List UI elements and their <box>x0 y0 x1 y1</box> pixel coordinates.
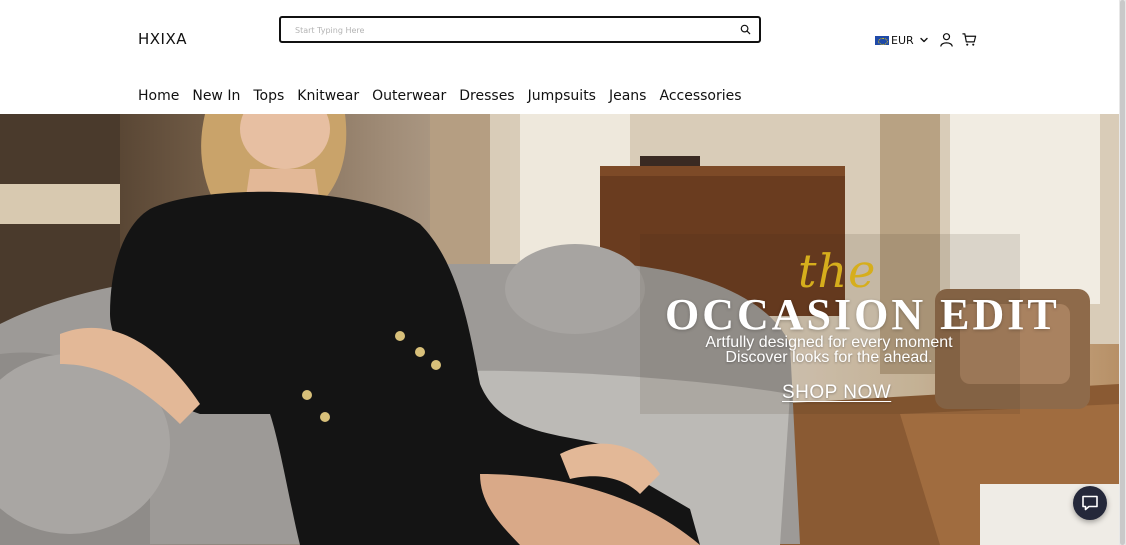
chat-button[interactable] <box>1073 486 1107 520</box>
page: HXIXA EUR Home New In Tops Knitwear Oute… <box>0 0 1119 545</box>
nav-item-jumpsuits[interactable]: Jumpsuits <box>528 88 596 104</box>
nav-item-knitwear[interactable]: Knitwear <box>297 88 359 104</box>
scrollbar-thumb[interactable] <box>1120 0 1125 545</box>
search-icon[interactable] <box>740 24 751 35</box>
nav-item-dresses[interactable]: Dresses <box>459 88 514 104</box>
hero-title: OCCASION EDIT <box>665 290 1060 339</box>
nav-item-home[interactable]: Home <box>138 88 179 104</box>
nav-item-jeans[interactable]: Jeans <box>609 88 647 104</box>
shop-now-button[interactable]: SHOP NOW <box>782 382 891 404</box>
chat-bubble-icon <box>1082 495 1098 511</box>
nav-item-outerwear[interactable]: Outerwear <box>372 88 446 104</box>
main-nav: Home New In Tops Knitwear Outerwear Dres… <box>138 88 755 104</box>
hero-subtitle: Artfully designed for every moment Disco… <box>700 334 958 366</box>
nav-item-new-in[interactable]: New In <box>192 88 240 104</box>
user-icon[interactable] <box>939 32 954 47</box>
hero-banner[interactable]: the OCCASION EDIT Artfully designed for … <box>0 114 1119 545</box>
hero-subtitle-line-1: Artfully designed for every moment <box>705 334 953 351</box>
nav-item-tops[interactable]: Tops <box>253 88 284 104</box>
cart-icon[interactable] <box>962 32 977 47</box>
site-logo[interactable]: HXIXA <box>138 30 187 48</box>
currency-selector[interactable]: EUR <box>875 33 929 47</box>
currency-label: EUR <box>891 33 914 47</box>
search-bar[interactable] <box>279 16 761 43</box>
search-input[interactable] <box>295 22 725 38</box>
hero-subtitle-line-2: Discover looks for the ahead. <box>725 349 933 366</box>
chevron-down-icon <box>919 37 928 43</box>
nav-item-accessories[interactable]: Accessories <box>659 88 741 104</box>
eu-flag-icon <box>875 35 889 45</box>
